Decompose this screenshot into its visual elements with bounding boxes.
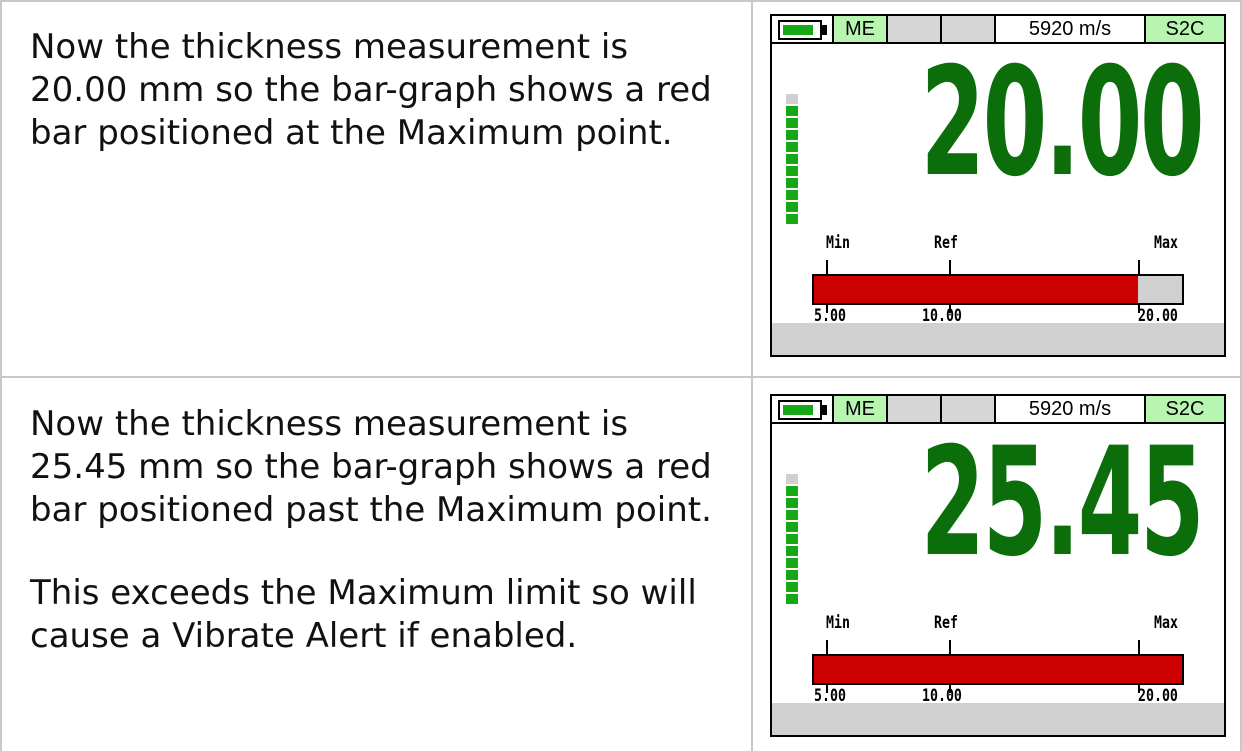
label-ref: Ref — [934, 613, 958, 633]
range-bar — [812, 654, 1184, 685]
device-screen-1: ME 5920 m/s S2C 20.00 Min Ref Max 5.00 1… — [770, 14, 1226, 357]
range-bar-fill — [814, 276, 1138, 303]
table-row-divider — [0, 376, 1242, 378]
device-screen-2: ME 5920 m/s S2C 25.45 Min Ref Max 5.00 1… — [770, 394, 1226, 737]
table-border-top — [0, 0, 1242, 2]
signal-strength-bar — [786, 94, 798, 226]
thickness-reading: 20.00 — [920, 36, 1204, 210]
battery-icon — [772, 16, 834, 42]
tick-max-top — [1138, 260, 1140, 274]
range-bar — [812, 274, 1184, 305]
battery-icon — [772, 396, 834, 422]
row-1-paragraph: Now the thickness measurement is 20.00 m… — [30, 27, 712, 153]
tick-ref-top — [949, 640, 951, 654]
tick-min-top — [826, 640, 828, 654]
mode-left-indicator: ME — [834, 16, 888, 42]
signal-strength-bar — [786, 474, 798, 606]
label-ref: Ref — [934, 233, 958, 253]
tick-ref-top — [949, 260, 951, 274]
range-bar-fill — [814, 656, 1182, 683]
row-2-paragraph-alert: This exceeds the Maximum limit so will c… — [30, 573, 697, 656]
mode-left-indicator: ME — [834, 396, 888, 422]
label-max: Max — [1154, 613, 1178, 633]
table: Now the thickness measurement is 20.00 m… — [0, 0, 1242, 751]
screen-footer — [772, 323, 1224, 355]
label-max: Max — [1154, 233, 1178, 253]
thickness-reading: 25.45 — [920, 416, 1204, 590]
label-min: Min — [826, 613, 850, 633]
row-2-paragraph: Now the thickness measurement is 25.45 m… — [30, 404, 712, 530]
row-1-description: Now the thickness measurement is 20.00 m… — [30, 26, 730, 155]
row-2-description: Now the thickness measurement is 25.45 m… — [30, 403, 730, 658]
screen-footer — [772, 703, 1224, 735]
tick-max-top — [1138, 640, 1140, 654]
tick-min-top — [826, 260, 828, 274]
label-min: Min — [826, 233, 850, 253]
